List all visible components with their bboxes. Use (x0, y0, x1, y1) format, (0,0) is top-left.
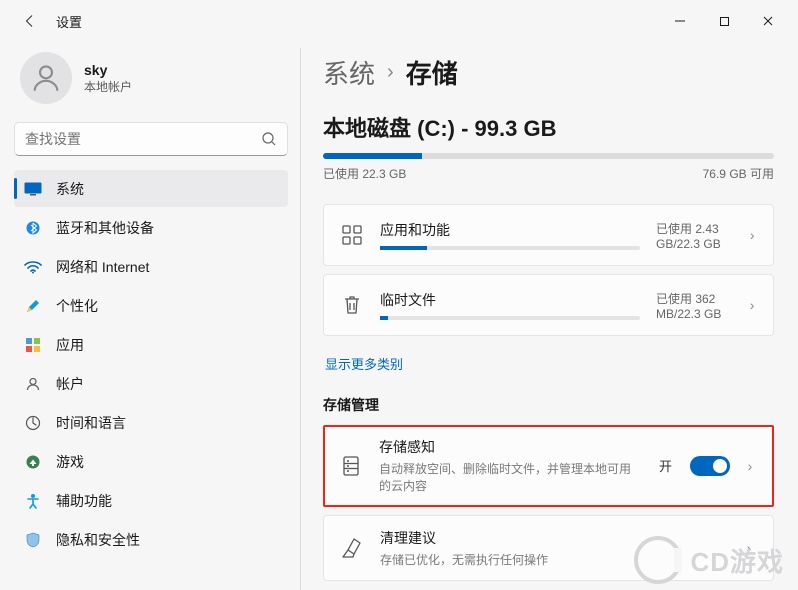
storage-icon (339, 455, 363, 477)
person-icon (29, 61, 63, 95)
maximize-button[interactable] (702, 6, 746, 36)
back-button[interactable] (16, 7, 44, 35)
disk-free-label: 76.9 GB 可用 (703, 165, 774, 182)
card-storage-sense[interactable]: 存储感知 自动释放空间、删除临时文件，并管理本地可用的云内容 开 › (323, 425, 774, 507)
card-title: 应用和功能 (380, 220, 640, 240)
paintbrush-icon (24, 297, 42, 315)
arrow-left-icon (23, 14, 37, 28)
maximize-icon (719, 16, 730, 27)
card-title: 存储感知 (379, 437, 643, 457)
disk-used-label: 已使用 22.3 GB (323, 165, 406, 182)
temp-usage-text: 已使用 362 MB/22.3 GB (656, 290, 735, 321)
show-more-categories-link[interactable]: 显示更多类别 (325, 354, 403, 373)
sidebar-item-bluetooth[interactable]: 蓝牙和其他设备 (14, 209, 288, 246)
chevron-right-icon: › (747, 297, 757, 313)
sidebar-item-label: 隐私和安全性 (56, 530, 140, 550)
clock-globe-icon (24, 414, 42, 432)
disk-title: 本地磁盘 (C:) - 99.3 GB (323, 111, 774, 143)
sidebar-item-privacy[interactable]: 隐私和安全性 (14, 521, 288, 558)
chevron-right-icon: › (387, 61, 394, 84)
apps-grid-icon (340, 224, 364, 246)
nav-list: 系统 蓝牙和其他设备 网络和 Internet 个性化 应用 帐户 (14, 170, 288, 558)
account-type: 本地帐户 (84, 78, 132, 95)
chevron-right-icon: › (741, 540, 757, 556)
disk-usage-bar-filled (323, 153, 422, 159)
sidebar-item-label: 游戏 (56, 452, 84, 472)
apps-usage-bar (380, 246, 640, 250)
sidebar-item-label: 蓝牙和其他设备 (56, 218, 154, 238)
sidebar-item-label: 帐户 (56, 374, 84, 394)
sidebar-item-gaming[interactable]: 游戏 (14, 443, 288, 480)
close-button[interactable] (746, 6, 790, 36)
card-title: 清理建议 (380, 528, 725, 548)
disk-usage-bar (323, 153, 774, 159)
minimize-icon (674, 15, 686, 27)
sidebar-item-label: 网络和 Internet (56, 257, 149, 277)
section-storage-management: 存储管理 (323, 395, 774, 415)
card-description: 自动释放空间、删除临时文件，并管理本地可用的云内容 (379, 461, 643, 495)
sidebar-item-apps[interactable]: 应用 (14, 326, 288, 363)
accessibility-icon (24, 492, 42, 510)
account-name: sky (84, 62, 132, 78)
chevron-right-icon: › (742, 458, 758, 474)
search-icon (261, 131, 277, 147)
account-info[interactable]: sky 本地帐户 (14, 42, 288, 122)
bluetooth-icon (24, 219, 42, 237)
avatar (20, 52, 72, 104)
card-apps-and-features[interactable]: 应用和功能 已使用 2.43 GB/22.3 GB › (323, 204, 774, 266)
breadcrumb-parent[interactable]: 系统 (323, 54, 375, 91)
search-box[interactable] (14, 122, 288, 156)
sidebar-item-personalization[interactable]: 个性化 (14, 287, 288, 324)
accounts-icon (24, 375, 42, 393)
card-cleanup-recommendations[interactable]: 清理建议 存储已优化，无需执行任何操作 › (323, 515, 774, 582)
close-icon (762, 15, 774, 27)
breadcrumb: 系统 › 存储 (323, 54, 774, 91)
gaming-icon (24, 453, 42, 471)
sidebar-item-label: 个性化 (56, 296, 98, 316)
sidebar-item-label: 辅助功能 (56, 491, 112, 511)
chevron-right-icon: › (747, 227, 757, 243)
card-title: 临时文件 (380, 290, 640, 310)
trash-icon (340, 294, 364, 316)
sidebar-item-label: 时间和语言 (56, 413, 126, 433)
sidebar-item-system[interactable]: 系统 (14, 170, 288, 207)
wifi-icon (24, 258, 42, 276)
window-title: 设置 (56, 12, 82, 31)
sidebar-item-accounts[interactable]: 帐户 (14, 365, 288, 402)
card-description: 存储已优化，无需执行任何操作 (380, 552, 725, 569)
storage-sense-toggle[interactable] (690, 456, 730, 476)
temp-usage-bar (380, 316, 640, 320)
sidebar-item-accessibility[interactable]: 辅助功能 (14, 482, 288, 519)
apps-icon (24, 336, 42, 354)
shield-icon (24, 531, 42, 549)
search-input[interactable] (25, 131, 261, 147)
toggle-label: 开 (659, 456, 672, 475)
apps-usage-text: 已使用 2.43 GB/22.3 GB (656, 220, 735, 251)
sidebar-item-time[interactable]: 时间和语言 (14, 404, 288, 441)
card-temp-files[interactable]: 临时文件 已使用 362 MB/22.3 GB › (323, 274, 774, 336)
sidebar-item-label: 系统 (56, 179, 84, 199)
display-icon (24, 180, 42, 198)
sidebar-item-network[interactable]: 网络和 Internet (14, 248, 288, 285)
sidebar-item-label: 应用 (56, 335, 84, 355)
page-title: 存储 (406, 54, 458, 91)
minimize-button[interactable] (658, 6, 702, 36)
broom-icon (340, 537, 364, 559)
